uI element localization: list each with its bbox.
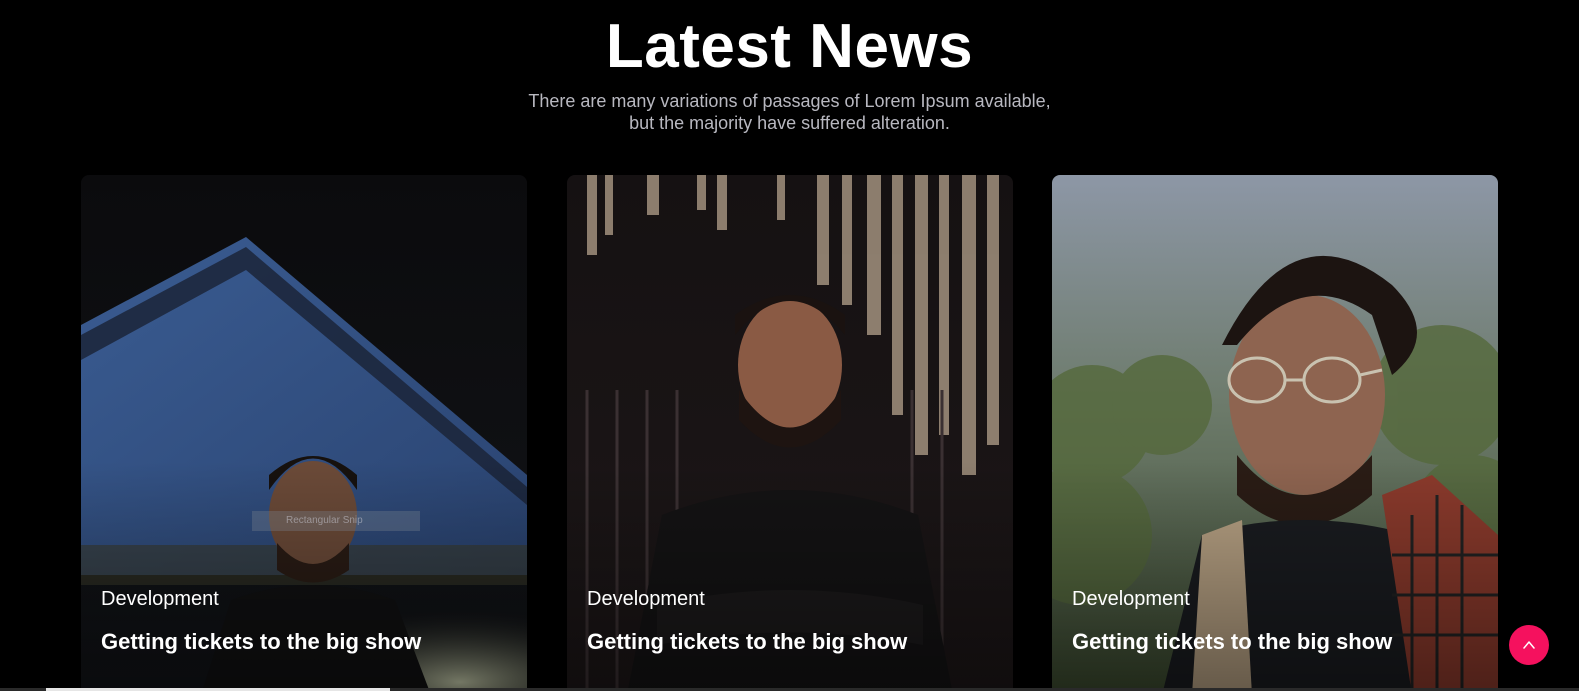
news-card-title-3[interactable]: Getting tickets to the big show: [1072, 628, 1392, 656]
subtitle-line-2: but the majority have suffered alteratio…: [629, 113, 950, 133]
news-card-shade-1: [81, 175, 527, 691]
news-card-title-2[interactable]: Getting tickets to the big show: [587, 628, 907, 656]
news-card-shade-2: [567, 175, 1013, 691]
news-card-shade-3: [1052, 175, 1498, 691]
section-subtitle: There are many variations of passages of…: [0, 90, 1579, 134]
news-card-1[interactable]: Rectangular Snip Development Getting tic…: [81, 175, 527, 691]
subtitle-line-1: There are many variations of passages of…: [528, 91, 1051, 111]
news-card-3[interactable]: Development Getting tickets to the big s…: [1052, 175, 1498, 691]
news-card-category-3[interactable]: Development: [1072, 587, 1190, 611]
news-card-title-1[interactable]: Getting tickets to the big show: [101, 628, 421, 656]
news-card-2[interactable]: Development Getting tickets to the big s…: [567, 175, 1013, 691]
news-card-category-2[interactable]: Development: [587, 587, 705, 611]
section-title: Latest News: [605, 12, 974, 81]
latest-news-section: Latest News There are many variations of…: [0, 0, 1579, 691]
scroll-to-top-button[interactable]: [1509, 625, 1549, 665]
news-card-category-1[interactable]: Development: [101, 587, 219, 611]
rectangular-snip-label: Rectangular Snip: [252, 511, 420, 531]
chevron-up-icon: [1523, 641, 1535, 649]
